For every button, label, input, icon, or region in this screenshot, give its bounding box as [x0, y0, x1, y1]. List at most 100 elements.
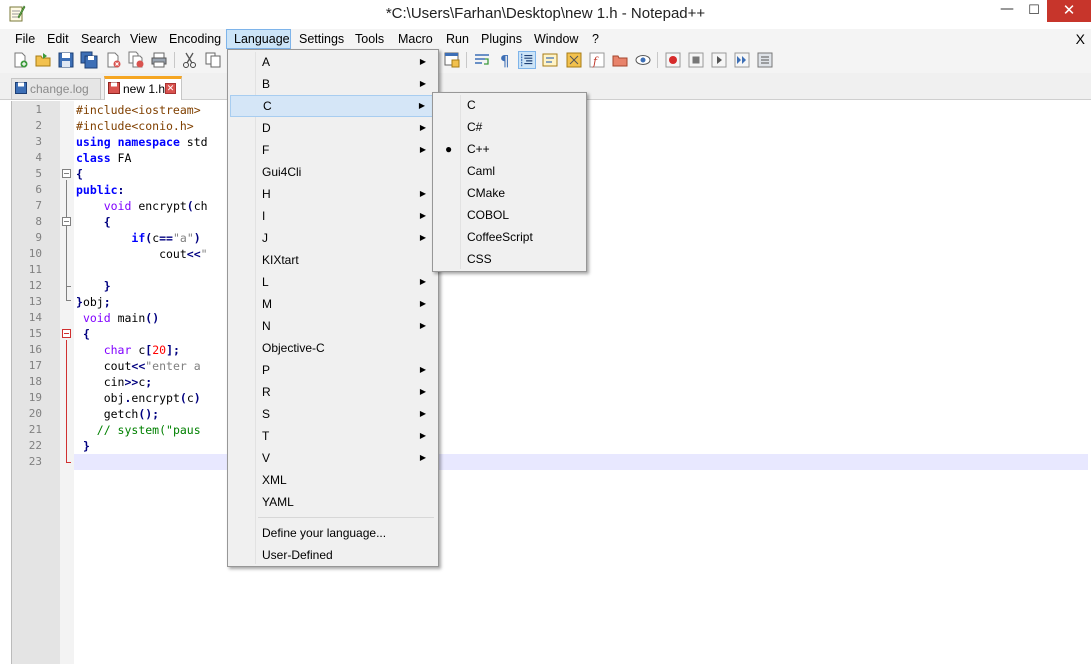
- language-item-f[interactable]: F ▶: [230, 139, 436, 161]
- fold-toggle-icon[interactable]: [62, 169, 71, 178]
- menu-view[interactable]: View: [123, 29, 164, 49]
- language-item-c[interactable]: C ▶: [230, 95, 436, 117]
- language-item-a[interactable]: A ▶: [230, 51, 436, 73]
- language-item-label: KIXtart: [262, 253, 299, 267]
- close-document-button[interactable]: X: [1076, 29, 1085, 49]
- language-item-r[interactable]: R ▶: [230, 381, 436, 403]
- code-token: ==: [159, 231, 173, 245]
- language-item-m[interactable]: M ▶: [230, 293, 436, 315]
- playback-macro-icon[interactable]: [710, 51, 728, 69]
- line-number: 12: [28, 279, 42, 292]
- language-item-b[interactable]: B ▶: [230, 73, 436, 95]
- code-line: {: [76, 166, 83, 182]
- menu-macro[interactable]: Macro: [391, 29, 440, 49]
- open-file-icon[interactable]: [34, 51, 52, 69]
- menu-run[interactable]: Run: [439, 29, 476, 49]
- user-defined-item[interactable]: User-Defined: [230, 544, 436, 566]
- stop-recording-icon[interactable]: [687, 51, 705, 69]
- language-item-h[interactable]: H ▶: [230, 183, 436, 205]
- function-list-icon[interactable]: f: [588, 51, 606, 69]
- copy-icon[interactable]: [204, 51, 222, 69]
- code-token: <<: [131, 359, 146, 373]
- save-macro-icon[interactable]: [756, 51, 774, 69]
- language-item-label: V: [262, 451, 271, 465]
- code-token: obj: [76, 391, 125, 405]
- language-item-label: N: [262, 319, 271, 333]
- code-token: (: [179, 391, 187, 405]
- close-all-icon[interactable]: [127, 51, 145, 69]
- maximize-button[interactable]: ☐: [1020, 0, 1048, 22]
- menu-edit[interactable]: Edit: [40, 29, 76, 49]
- menu-settings[interactable]: Settings: [292, 29, 351, 49]
- c-submenu-item-c-sharp[interactable]: C#: [435, 116, 584, 138]
- c-submenu-item-caml[interactable]: Caml: [435, 160, 584, 182]
- user-defined-dialog-icon[interactable]: [541, 51, 559, 69]
- print-icon[interactable]: [150, 51, 168, 69]
- language-item-gui4cli[interactable]: Gui4Cli: [230, 161, 436, 183]
- new-file-icon[interactable]: [11, 51, 29, 69]
- submenu-arrow-icon: ▶: [419, 123, 426, 132]
- save-all-icon[interactable]: [80, 51, 98, 69]
- submenu-arrow-icon: ▶: [419, 387, 426, 396]
- language-item-xml[interactable]: XML: [230, 469, 436, 491]
- indent-guide-icon[interactable]: [518, 51, 536, 69]
- fold-margin[interactable]: [60, 101, 74, 664]
- c-submenu-item-cobol[interactable]: COBOL: [435, 204, 584, 226]
- run-macro-multiple-icon[interactable]: [733, 51, 751, 69]
- define-your-language-item[interactable]: Define your language...: [230, 522, 436, 544]
- menu-encoding[interactable]: Encoding: [162, 29, 228, 49]
- language-item-d[interactable]: D ▶: [230, 117, 436, 139]
- c-submenu-item-c[interactable]: C: [435, 94, 584, 116]
- record-macro-icon[interactable]: [664, 51, 682, 69]
- language-item-l[interactable]: L ▶: [230, 271, 436, 293]
- menu-plugins[interactable]: Plugins: [474, 29, 529, 49]
- menu-tools[interactable]: Tools: [348, 29, 391, 49]
- code-line: }obj;: [76, 294, 111, 310]
- language-item-yaml[interactable]: YAML: [230, 491, 436, 513]
- menu-file[interactable]: File: [8, 29, 42, 49]
- save-icon[interactable]: [57, 51, 75, 69]
- line-number: 23: [28, 455, 42, 468]
- c-submenu-item-label: C++: [467, 142, 490, 156]
- cut-icon[interactable]: [181, 51, 199, 69]
- code-token: "enter a: [145, 359, 201, 373]
- zoom-icon[interactable]: [443, 51, 461, 69]
- c-submenu-item-css[interactable]: CSS: [435, 248, 584, 270]
- c-submenu-item-cmake[interactable]: CMake: [435, 182, 584, 204]
- language-item-t[interactable]: T ▶: [230, 425, 436, 447]
- fold-toggle-icon[interactable]: [62, 217, 71, 226]
- monitoring-eye-icon[interactable]: [634, 51, 652, 69]
- code-token: >>: [124, 375, 139, 389]
- menu-help[interactable]: ?: [585, 29, 606, 49]
- close-file-icon[interactable]: [104, 51, 122, 69]
- tab-new-1-h[interactable]: new 1.h ✕: [104, 76, 182, 100]
- code-token: :: [117, 183, 125, 197]
- code-line: {: [76, 214, 111, 230]
- menu-window[interactable]: Window: [527, 29, 585, 49]
- menu-language[interactable]: Language: [226, 29, 291, 49]
- minimize-button[interactable]: —: [992, 0, 1022, 22]
- language-item-kixtart[interactable]: KIXtart: [230, 249, 436, 271]
- c-submenu-item-coffeescript[interactable]: CoffeeScript: [435, 226, 584, 248]
- tab-label: new 1.h: [123, 82, 166, 96]
- language-item-s[interactable]: S ▶: [230, 403, 436, 425]
- folder-workspace-icon[interactable]: [611, 51, 629, 69]
- doc-map-icon[interactable]: [565, 51, 583, 69]
- language-item-label: I: [262, 209, 266, 223]
- language-item-p[interactable]: P ▶: [230, 359, 436, 381]
- tab-close-icon[interactable]: ✕: [165, 83, 176, 94]
- word-wrap-icon[interactable]: [473, 51, 491, 69]
- language-item-objective-c[interactable]: Objective-C: [230, 337, 436, 359]
- language-item-n[interactable]: N ▶: [230, 315, 436, 337]
- menu-search[interactable]: Search: [74, 29, 128, 49]
- close-window-button[interactable]: ✕: [1047, 0, 1091, 22]
- c-submenu-item-cpp[interactable]: ● C++: [435, 138, 584, 160]
- language-item-i[interactable]: I ▶: [230, 205, 436, 227]
- language-item-v[interactable]: V ▶: [230, 447, 436, 469]
- tab-change-log[interactable]: change.log: [11, 78, 101, 100]
- code-token: encrypt: [131, 199, 187, 213]
- fold-toggle-icon[interactable]: [62, 329, 71, 338]
- language-item-j[interactable]: J ▶: [230, 227, 436, 249]
- show-all-characters-icon[interactable]: ¶: [496, 51, 514, 69]
